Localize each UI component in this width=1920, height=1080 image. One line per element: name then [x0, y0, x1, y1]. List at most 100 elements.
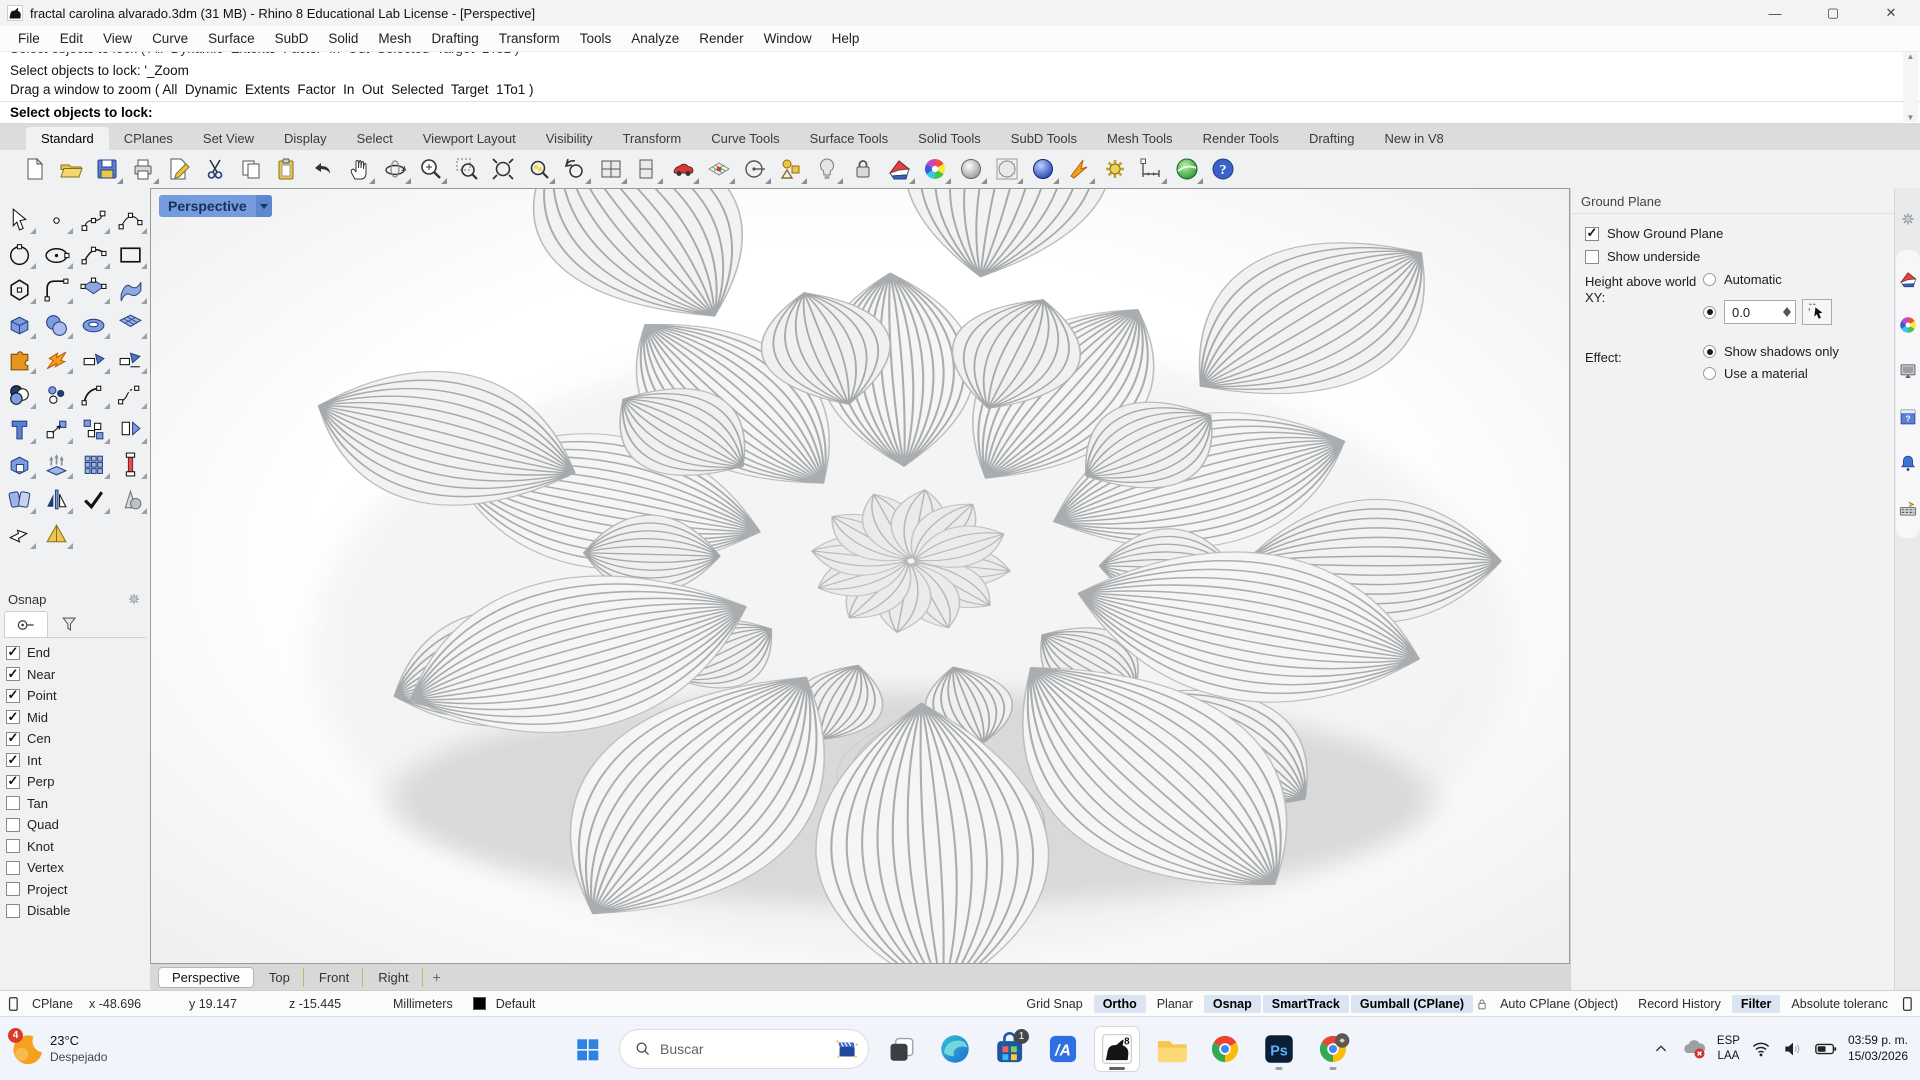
mirror-figure-tool[interactable]	[39, 482, 75, 516]
language-indicator[interactable]: ESPLAA	[1717, 1034, 1740, 1063]
ghosted-display-button[interactable]	[990, 153, 1024, 185]
status-toggle-grid-snap[interactable]: Grid Snap	[1017, 995, 1091, 1013]
taskbar-app-file-explorer[interactable]	[1149, 1027, 1193, 1071]
perspective-viewport[interactable]: Perspective	[150, 188, 1570, 964]
control-point-curve-tool[interactable]	[76, 202, 112, 236]
status-toggle-filter[interactable]: Filter	[1732, 995, 1781, 1013]
taskbar-app-task-view[interactable]	[879, 1027, 923, 1071]
status-layer-icon[interactable]	[4, 995, 22, 1013]
show-underside-row[interactable]: Show underside	[1585, 249, 1884, 264]
status-toggle-absolute-toleranc[interactable]: Absolute toleranc	[1782, 995, 1897, 1013]
osnap-checkbox-perp[interactable]	[6, 775, 20, 789]
command-area[interactable]: Select objects to lock ( All Dynamic Ext…	[0, 52, 1920, 124]
menu-window[interactable]: Window	[754, 31, 822, 46]
alert-cone-button[interactable]	[1062, 153, 1096, 185]
osnap-checkbox-quad[interactable]	[6, 818, 20, 832]
battery-icon[interactable]	[1814, 1037, 1838, 1061]
rendered-display-button[interactable]	[1026, 153, 1060, 185]
zoom-selected-button[interactable]	[522, 153, 556, 185]
menu-analyze[interactable]: Analyze	[621, 31, 689, 46]
extrude-surface-tool[interactable]	[39, 447, 75, 481]
rectangle-tool[interactable]	[113, 237, 149, 271]
status-right-icon[interactable]	[1898, 995, 1916, 1013]
shadows-only-radio[interactable]	[1703, 345, 1716, 358]
status-layer-name[interactable]: Default	[486, 997, 546, 1011]
start-button[interactable]	[565, 1027, 609, 1071]
viewport-tab-front[interactable]: Front	[306, 968, 363, 987]
lights-button[interactable]	[810, 153, 844, 185]
osnap-checkbox-mid[interactable]	[6, 710, 20, 724]
maximize-button[interactable]: ▢	[1804, 0, 1862, 26]
pyramid-tool[interactable]	[39, 517, 75, 551]
toolbar-tab-mesh-tools[interactable]: Mesh Tools	[1092, 127, 1188, 150]
menu-view[interactable]: View	[93, 31, 142, 46]
height-value-input[interactable]: 0.0	[1724, 300, 1796, 324]
toolbar-tab-surface-tools[interactable]: Surface Tools	[795, 127, 904, 150]
select-cursor-tool[interactable]	[2, 202, 38, 236]
status-toggle-auto-cplane-object-[interactable]: Auto CPlane (Object)	[1491, 995, 1627, 1013]
zoom-dynamic-button[interactable]	[414, 153, 448, 185]
copy-sheets-tool[interactable]	[2, 482, 38, 516]
taskbar-app-ia-app[interactable]: /A	[1041, 1027, 1085, 1071]
osnap-tab-filter[interactable]	[48, 611, 92, 637]
menu-surface[interactable]: Surface	[198, 31, 265, 46]
show-underside-checkbox[interactable]	[1585, 250, 1599, 264]
scale-1d-tool[interactable]	[113, 447, 149, 481]
text-tool[interactable]	[2, 412, 38, 446]
status-toggle-planar[interactable]: Planar	[1148, 995, 1202, 1013]
osnap-item-quad[interactable]: Quad	[6, 814, 144, 836]
automatic-radio[interactable]	[1703, 273, 1716, 286]
toolbar-tab-standard[interactable]: Standard	[26, 127, 109, 150]
osnap-gear-icon[interactable]	[126, 591, 142, 607]
toolbar-tab-set-view[interactable]: Set View	[188, 127, 269, 150]
status-toggle-smarttrack[interactable]: SmartTrack	[1263, 995, 1349, 1013]
viewport-layout-4-button[interactable]	[594, 153, 628, 185]
explode-puzzle-tool[interactable]	[2, 342, 38, 376]
pick-point-button[interactable]	[1802, 299, 1832, 325]
spinner-down-icon[interactable]	[1783, 312, 1791, 321]
copy-button[interactable]	[234, 153, 268, 185]
osnap-checkbox-vertex[interactable]	[6, 861, 20, 875]
toolbar-tab-render-tools[interactable]: Render Tools	[1188, 127, 1294, 150]
render-globe-button[interactable]	[1170, 153, 1204, 185]
viewport-title[interactable]: Perspective	[159, 195, 256, 217]
shadows-only-row[interactable]: Show shadows only	[1703, 344, 1884, 359]
osnap-item-cen[interactable]: Cen	[6, 728, 144, 750]
height-spinner[interactable]	[1780, 303, 1793, 321]
osnap-item-perp[interactable]: Perp	[6, 771, 144, 793]
command-prompt[interactable]: Select objects to lock:	[0, 102, 1920, 123]
notifications-panel-button[interactable]	[1896, 440, 1920, 486]
fillet-curves-tool[interactable]	[76, 377, 112, 411]
menu-edit[interactable]: Edit	[50, 31, 93, 46]
cut-button[interactable]	[198, 153, 232, 185]
toolbar-tab-cplanes[interactable]: CPlanes	[109, 127, 188, 150]
viewport-tab-perspective[interactable]: Perspective	[158, 967, 254, 988]
menu-mesh[interactable]: Mesh	[368, 31, 421, 46]
blocks-tool[interactable]	[76, 412, 112, 446]
box-tool[interactable]	[2, 307, 38, 341]
taskbar-weather-widget[interactable]: 4 23°C Despejado	[0, 1032, 107, 1066]
taskbar-app-rhino-8[interactable]: 8	[1095, 1027, 1139, 1071]
volume-icon[interactable]	[1782, 1038, 1804, 1060]
osnap-checkbox-tan[interactable]	[6, 796, 20, 810]
status-units[interactable]: Millimeters	[383, 997, 463, 1011]
osnap-item-point[interactable]: Point	[6, 685, 144, 707]
osnap-item-knot[interactable]: Knot	[6, 836, 144, 858]
undo-view-change-button[interactable]	[558, 153, 592, 185]
blend-curve-tool[interactable]	[113, 377, 149, 411]
cplane-grid-button[interactable]	[702, 153, 736, 185]
osnap-tab-snaps[interactable]	[4, 611, 48, 637]
taskbar-app-chrome[interactable]	[1203, 1027, 1247, 1071]
display-mode-button[interactable]	[882, 153, 916, 185]
taskbar-app-edge-browser[interactable]	[933, 1027, 977, 1071]
array-grid-tool[interactable]	[76, 447, 112, 481]
menu-drafting[interactable]: Drafting	[421, 31, 488, 46]
panel-gear-button[interactable]	[1896, 196, 1920, 242]
toolbar-tab-curve-tools[interactable]: Curve Tools	[696, 127, 794, 150]
osnap-checkbox-int[interactable]	[6, 753, 20, 767]
status-toggle-ortho[interactable]: Ortho	[1094, 995, 1146, 1013]
status-cplane[interactable]: CPlane	[22, 997, 83, 1011]
fillet-corner-tool[interactable]	[39, 272, 75, 306]
primitives-tool[interactable]	[113, 482, 149, 516]
monitor-panel-button[interactable]	[1896, 348, 1920, 394]
